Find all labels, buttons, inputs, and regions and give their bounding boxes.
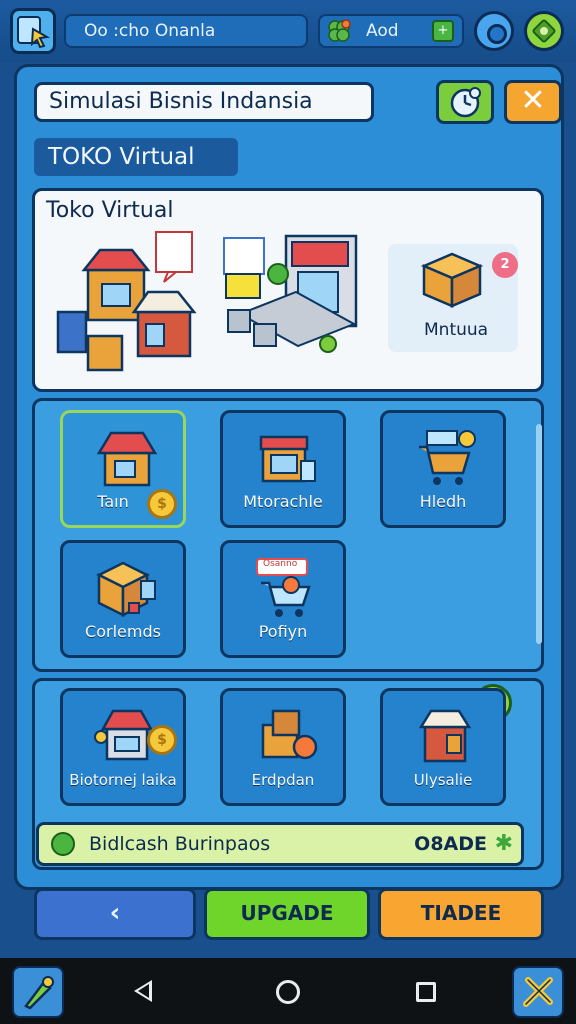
player-name-field[interactable]: Oo :cho Onanla <box>64 14 308 48</box>
nav-home-icon[interactable] <box>276 980 300 1004</box>
tab-toko-virtual[interactable]: TOKO Virtual <box>34 138 238 176</box>
app-logo-icon[interactable] <box>10 8 56 54</box>
shop-box-icon <box>418 709 472 763</box>
tile-merchandise[interactable]: Mtorachle <box>220 410 346 528</box>
tile-label: Biotornej laika <box>69 771 177 789</box>
tile-label: Erdpdan <box>251 771 315 789</box>
coin-icon: $ <box>147 725 177 755</box>
shops-illustration-icon <box>56 231 197 372</box>
add-currency-button[interactable]: + <box>432 20 454 42</box>
feature-label: Mntuua <box>424 320 489 340</box>
leaf-icon <box>51 832 75 856</box>
brush-icon[interactable] <box>12 966 64 1018</box>
store-icon <box>96 431 158 487</box>
banner-text: Bidlcash Burinpaos <box>89 833 271 855</box>
shopping-cart-icon <box>419 430 476 485</box>
tile-label: Taın <box>97 492 129 511</box>
tile-label: Ulysalie <box>413 771 473 789</box>
page-title: Simulasi Bisnis Indansia <box>34 82 374 122</box>
back-button[interactable]: ‹ <box>34 888 196 940</box>
tools-icon[interactable] <box>512 966 564 1018</box>
trade-button[interactable]: TIADEE <box>378 888 544 940</box>
shop-front-icon <box>259 435 316 483</box>
tile-cart[interactable]: Hledh <box>380 410 506 528</box>
storefront-illustration-icon <box>223 234 358 353</box>
tile-warehouse[interactable]: Corlemds <box>60 540 186 658</box>
tile-label: Pofiyn <box>258 622 308 641</box>
tile-store[interactable]: $ Taın <box>60 410 186 528</box>
player-name-text: Oo :cho Onanla <box>84 21 216 41</box>
banner-amount: O8ADE <box>414 833 487 855</box>
close-button[interactable]: ✕ <box>504 80 562 124</box>
currency-add-pill[interactable]: Aod + <box>318 14 464 48</box>
package-box-icon <box>420 252 484 308</box>
currency-label: Aod <box>366 21 399 41</box>
warehouse-icon <box>96 561 156 618</box>
showcase-title: Toko Virtual <box>46 198 174 223</box>
gear-icon[interactable] <box>524 11 564 51</box>
grid-scrollbar[interactable] <box>536 424 542 644</box>
clover-icon <box>328 19 351 42</box>
nav-recents-icon[interactable] <box>416 982 436 1002</box>
cart-sign-text: Osanno <box>263 559 298 569</box>
nav-back-icon[interactable] <box>134 980 152 1002</box>
tile-expansion[interactable]: Erdpdan <box>220 688 346 806</box>
star-icon: ✱ <box>494 831 513 856</box>
tile-business-shop[interactable]: $ Biotornej laika <box>60 688 186 806</box>
notification-badge: 2 <box>492 252 518 278</box>
profile-button[interactable] <box>474 11 514 51</box>
business-banner[interactable]: Bidlcash Burinpaos O8ADE ✱ <box>36 822 524 866</box>
tile-purchase[interactable]: Osanno Pofiyn <box>220 540 346 658</box>
tile-label: Corlemds <box>85 622 161 641</box>
clock-icon <box>450 87 481 118</box>
tile-label: Hledh <box>419 492 467 511</box>
upgrade-button[interactable]: UPGADE <box>204 888 370 940</box>
tile-upsale[interactable]: Ulysalie <box>380 688 506 806</box>
crate-icon <box>261 709 318 760</box>
settings-button[interactable] <box>436 80 494 124</box>
tile-label: Mtorachle <box>243 492 323 511</box>
